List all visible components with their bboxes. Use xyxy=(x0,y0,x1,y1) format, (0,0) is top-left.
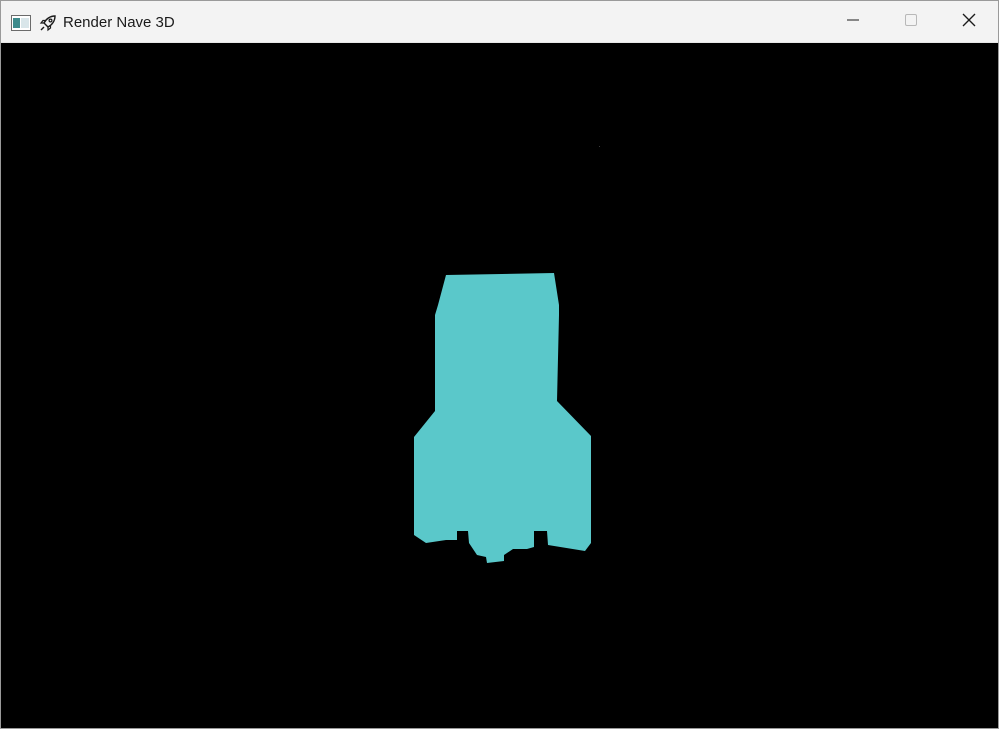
app-window: Render Nave 3D xyxy=(0,0,999,729)
ship-render xyxy=(414,146,600,563)
render-viewport[interactable] xyxy=(1,43,998,728)
minimize-icon xyxy=(847,13,859,31)
maximize-icon xyxy=(905,13,917,31)
title-bar[interactable]: Render Nave 3D xyxy=(1,1,998,43)
minimize-button[interactable] xyxy=(824,1,882,43)
close-button[interactable] xyxy=(940,1,998,43)
ship-silhouette xyxy=(414,273,591,563)
title-area: Render Nave 3D xyxy=(11,13,175,33)
viewport-speck xyxy=(599,146,600,147)
maximize-button[interactable] xyxy=(882,1,940,43)
caption-buttons xyxy=(824,1,998,43)
rocket-icon xyxy=(39,14,57,32)
close-icon xyxy=(962,13,976,32)
window-title: Render Nave 3D xyxy=(63,14,175,31)
app-window-icon[interactable] xyxy=(11,15,31,31)
